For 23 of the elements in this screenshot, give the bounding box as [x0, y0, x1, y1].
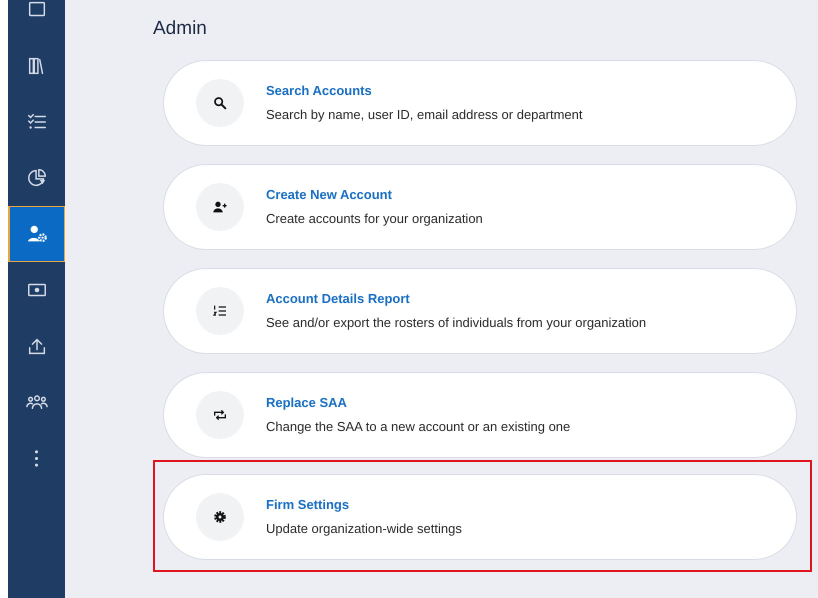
card-title-link[interactable]: Replace SAA	[266, 393, 570, 413]
user-plus-icon	[212, 198, 228, 215]
card-title-link[interactable]: Search Accounts	[266, 81, 582, 101]
card-description: Create accounts for your organization	[266, 210, 483, 228]
action-card[interactable]: Firm Settings Update organization-wide settings	[163, 474, 797, 560]
action-card[interactable]: Replace SAA Change the SAA to a new account or an existing one	[163, 372, 797, 458]
action-card[interactable]: Account Details Report See and/or export the rosters of individuals from your organization	[163, 268, 797, 354]
sidebar-item[interactable]	[8, 206, 65, 262]
card-description: Search by name, user ID, email address or department	[266, 106, 582, 124]
action-card[interactable]: Create New Account Create accounts for your organization	[163, 164, 797, 250]
card-title-link[interactable]: Create New Account	[266, 185, 483, 205]
page-title: Admin	[153, 18, 208, 41]
card-title-link[interactable]: Account Details Report	[266, 289, 646, 309]
gear-icon	[212, 508, 228, 525]
card-description: See and/or export the rosters of individuals from your organization	[266, 314, 646, 332]
card-title-link[interactable]: Firm Settings	[266, 495, 462, 515]
card-description: Change the SAA to a new account or an existing one	[266, 418, 570, 436]
more-icon	[34, 450, 39, 466]
card-description: Update organization-wide settings	[266, 520, 462, 538]
action-card[interactable]: Search Accounts Search by name, user ID, email address or department	[163, 60, 797, 146]
user-gear-icon	[26, 223, 48, 245]
search-icon	[212, 94, 228, 111]
pie-chart-icon	[26, 167, 48, 189]
